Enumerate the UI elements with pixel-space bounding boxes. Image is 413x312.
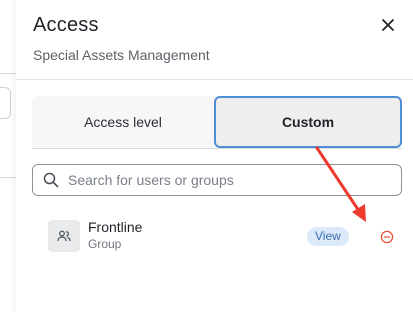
background-page: [0, 0, 17, 312]
role-badge[interactable]: View: [307, 227, 349, 246]
header-divider: [16, 79, 413, 80]
search-input[interactable]: [66, 171, 390, 189]
close-icon: [382, 19, 394, 31]
access-tabs: Access level Custom: [32, 96, 402, 149]
panel-subtitle: Special Assets Management: [33, 47, 210, 63]
users-icon: [57, 230, 71, 242]
search-field[interactable]: [32, 164, 402, 196]
panel-title: Access: [33, 14, 99, 36]
app-screen: Access Special Assets Management Access …: [0, 0, 413, 312]
access-panel: Access Special Assets Management Access …: [16, 0, 413, 312]
search-icon: [42, 171, 60, 189]
entry-type: Group: [88, 237, 122, 251]
group-avatar: [48, 220, 80, 252]
background-divider: [0, 73, 16, 74]
remove-circle-icon[interactable]: [380, 230, 394, 244]
background-divider: [0, 177, 16, 178]
close-button[interactable]: [378, 15, 398, 35]
entry-name: Frontline: [88, 219, 143, 235]
tab-access-level[interactable]: Access level: [32, 96, 214, 148]
tab-custom[interactable]: Custom: [214, 96, 402, 148]
background-field: [0, 87, 11, 119]
list-item: Frontline Group View: [48, 218, 394, 254]
